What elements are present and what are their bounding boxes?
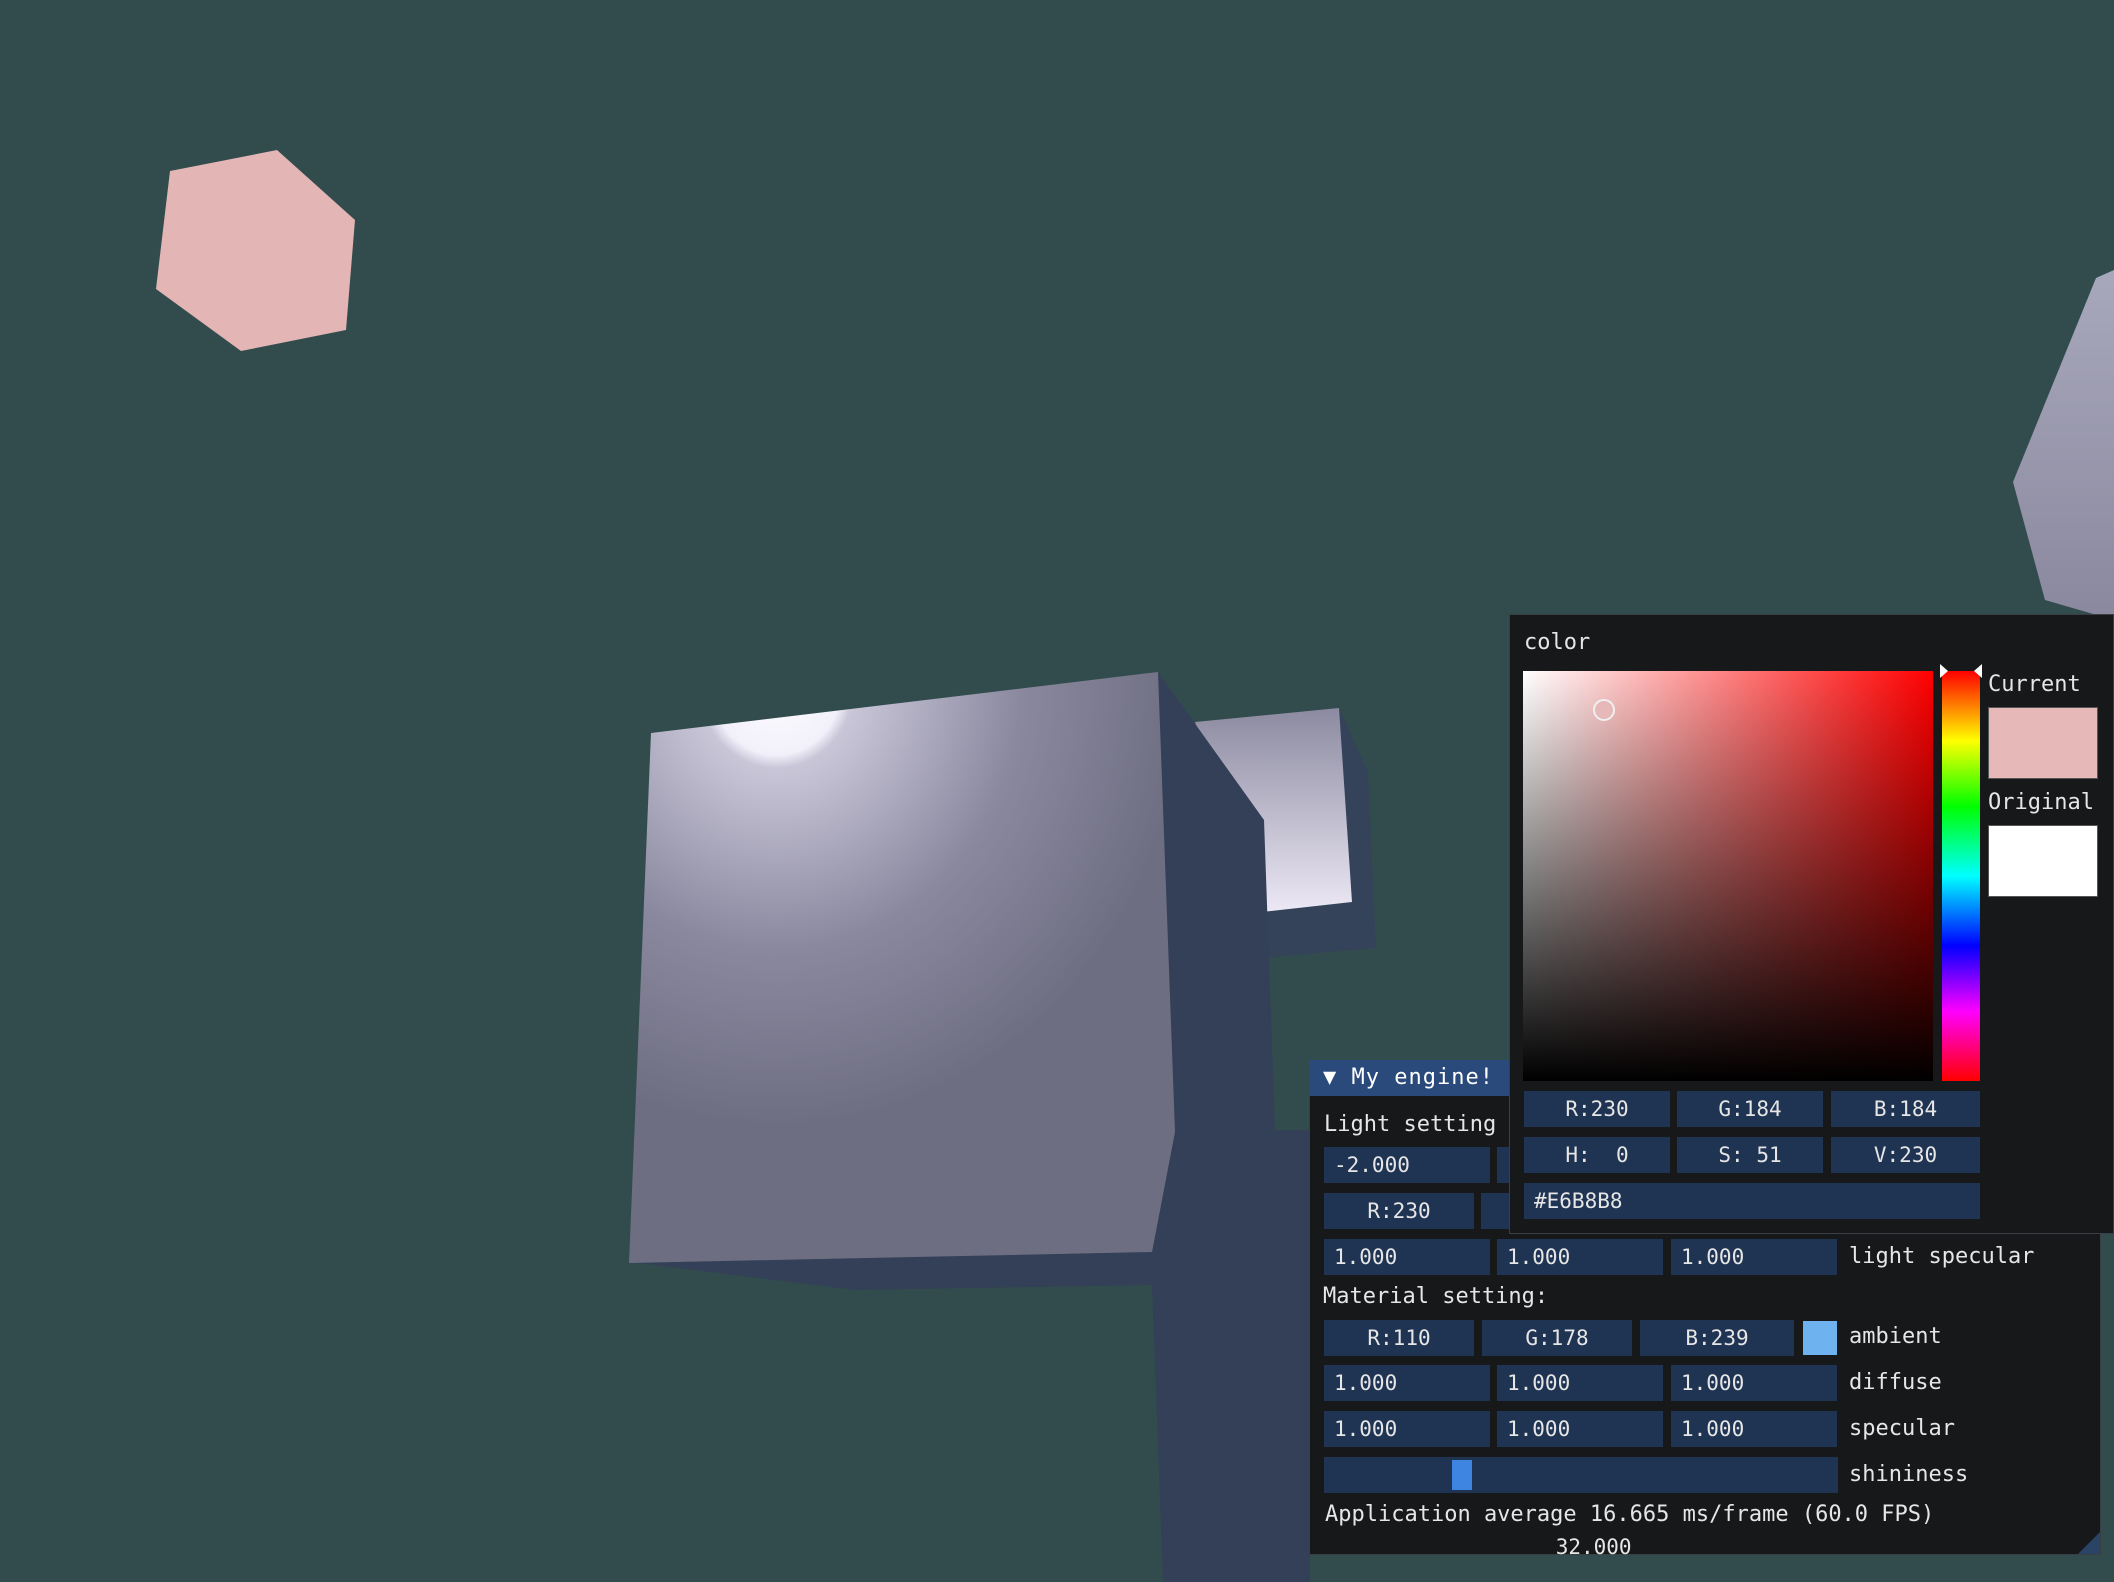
color-picker-title: color bbox=[1524, 630, 1591, 655]
window-title-bar[interactable]: ▼ My engine! bbox=[1309, 1060, 1509, 1096]
current-color-preview bbox=[1988, 707, 2098, 779]
hue-arrow-right-icon bbox=[1974, 664, 1982, 678]
original-label: Original bbox=[1988, 790, 2094, 815]
collapse-arrow-icon[interactable]: ▼ bbox=[1323, 1065, 1352, 1090]
saturation-value-square[interactable] bbox=[1523, 671, 1933, 1081]
material-ambient-b-field[interactable]: B:239 bbox=[1640, 1320, 1794, 1356]
light-specular-x-field[interactable]: 1.000 bbox=[1324, 1239, 1490, 1275]
hue-bar[interactable] bbox=[1942, 671, 1980, 1081]
material-ambient-r-field[interactable]: R:110 bbox=[1324, 1320, 1474, 1356]
shininess-slider-grab[interactable] bbox=[1452, 1460, 1472, 1490]
material-setting-label: Material setting: bbox=[1323, 1284, 1549, 1309]
light-ambient-g-field-partial[interactable] bbox=[1481, 1193, 1509, 1229]
picker-g-field[interactable]: G:184 bbox=[1677, 1091, 1823, 1127]
resize-grip[interactable] bbox=[2078, 1532, 2100, 1554]
picker-b-field[interactable]: B:184 bbox=[1831, 1091, 1980, 1127]
shininess-label: shininess bbox=[1849, 1462, 1969, 1487]
diffuse-x-field[interactable]: 1.000 bbox=[1324, 1365, 1490, 1401]
specular-x-field[interactable]: 1.000 bbox=[1324, 1411, 1490, 1447]
right-cube-face bbox=[2013, 270, 2114, 620]
picker-h-field[interactable]: H: 0 bbox=[1524, 1137, 1670, 1173]
large-cube-face bbox=[629, 672, 1175, 1263]
diffuse-z-field[interactable]: 1.000 bbox=[1671, 1365, 1837, 1401]
window-title: My engine! bbox=[1351, 1065, 1494, 1090]
light-ambient-r-field[interactable]: R:230 bbox=[1324, 1193, 1474, 1229]
picker-hex-field[interactable]: #E6B8B8 bbox=[1524, 1183, 1980, 1219]
fps-status-text: Application average 16.665 ms/frame (60.… bbox=[1325, 1502, 1935, 1527]
diffuse-y-field[interactable]: 1.000 bbox=[1497, 1365, 1663, 1401]
picker-v-field[interactable]: V:230 bbox=[1831, 1137, 1980, 1173]
specular-label: specular bbox=[1849, 1416, 1955, 1441]
light-specular-y-field[interactable]: 1.000 bbox=[1497, 1239, 1663, 1275]
ambient-label: ambient bbox=[1849, 1324, 1942, 1349]
sv-cursor-handle[interactable] bbox=[1593, 699, 1615, 721]
light-setting-label: Light setting bbox=[1324, 1112, 1497, 1137]
light-position-x-field[interactable]: -2.000 bbox=[1324, 1147, 1490, 1183]
shininess-slider[interactable]: 32.000 bbox=[1324, 1457, 1838, 1559]
hue-arrow-left-icon bbox=[1940, 664, 1948, 678]
current-label: Current bbox=[1988, 672, 2081, 697]
material-ambient-g-field[interactable]: G:178 bbox=[1482, 1320, 1632, 1356]
light-position-y-field-partial[interactable] bbox=[1497, 1147, 1509, 1183]
light-specular-label: light specular bbox=[1849, 1244, 2035, 1269]
specular-z-field[interactable]: 1.000 bbox=[1671, 1411, 1837, 1447]
picker-s-field[interactable]: S: 51 bbox=[1677, 1137, 1823, 1173]
original-color-preview[interactable] bbox=[1988, 825, 2098, 897]
picker-r-field[interactable]: R:230 bbox=[1524, 1091, 1670, 1127]
ambient-color-swatch[interactable] bbox=[1803, 1321, 1837, 1355]
light-source-cube bbox=[156, 150, 355, 351]
specular-y-field[interactable]: 1.000 bbox=[1497, 1411, 1663, 1447]
diffuse-label: diffuse bbox=[1849, 1370, 1942, 1395]
shininess-value: 32.000 bbox=[1555, 1535, 1632, 1559]
light-specular-z-field[interactable]: 1.000 bbox=[1671, 1239, 1837, 1275]
